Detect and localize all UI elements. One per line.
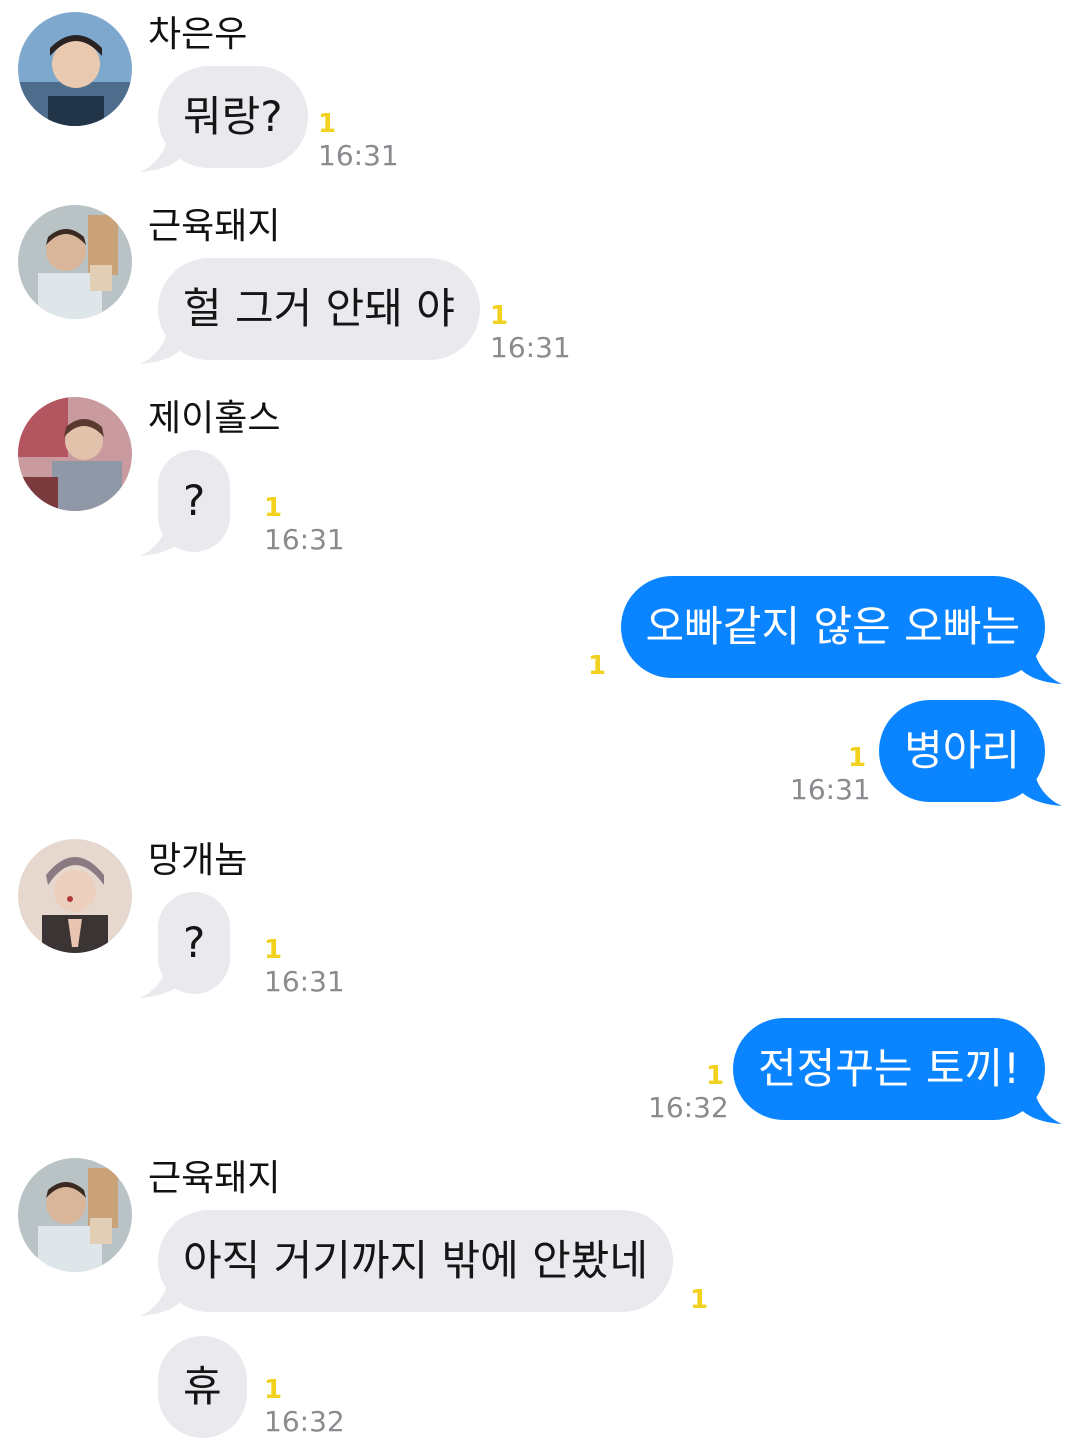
message-bubble[interactable]: 뭐랑? — [158, 66, 308, 168]
unread-count: 1 — [848, 743, 867, 773]
sender-name: 망개놈 — [148, 840, 248, 881]
unread-count: 1 — [490, 301, 509, 331]
message-time: 16:32 — [264, 1405, 345, 1438]
avatar[interactable] — [18, 12, 132, 126]
avatar[interactable] — [18, 205, 132, 319]
sender-name: 근육돼지 — [148, 206, 281, 247]
message-time: 16:31 — [264, 965, 345, 998]
unread-count: 1 — [706, 1061, 725, 1091]
unread-count: 1 — [264, 935, 283, 965]
sender-name: 제이홀스 — [148, 398, 281, 439]
sender-name: 근육돼지 — [148, 1158, 281, 1199]
message-bubble[interactable]: 아직 거기까지 밖에 안봤네 — [158, 1210, 674, 1312]
unread-count: 1 — [690, 1285, 709, 1315]
message-bubble[interactable]: 오빠같지 않은 오빠는 — [620, 576, 1045, 678]
avatar[interactable] — [18, 397, 132, 511]
message-time: 16:32 — [648, 1091, 729, 1124]
message-bubble[interactable]: 휴 — [158, 1336, 247, 1438]
message-time: 16:31 — [790, 773, 871, 806]
unread-count: 1 — [264, 1375, 283, 1405]
unread-count: 1 — [318, 109, 337, 139]
message-time: 16:31 — [490, 331, 571, 364]
unread-count: 1 — [588, 651, 607, 681]
message-bubble[interactable]: 헐 그거 안돼 야 — [158, 258, 480, 360]
message-bubble[interactable]: ? — [158, 892, 231, 994]
avatar[interactable] — [18, 839, 132, 953]
unread-count: 1 — [264, 493, 283, 523]
message-bubble[interactable]: 전정꾸는 토끼! — [732, 1018, 1045, 1120]
sender-name: 차은우 — [148, 14, 248, 55]
message-bubble[interactable]: ? — [158, 450, 231, 552]
message-bubble[interactable]: 병아리 — [879, 700, 1045, 802]
message-time: 16:31 — [264, 523, 345, 556]
avatar[interactable] — [18, 1158, 132, 1272]
message-time: 16:31 — [318, 139, 399, 172]
